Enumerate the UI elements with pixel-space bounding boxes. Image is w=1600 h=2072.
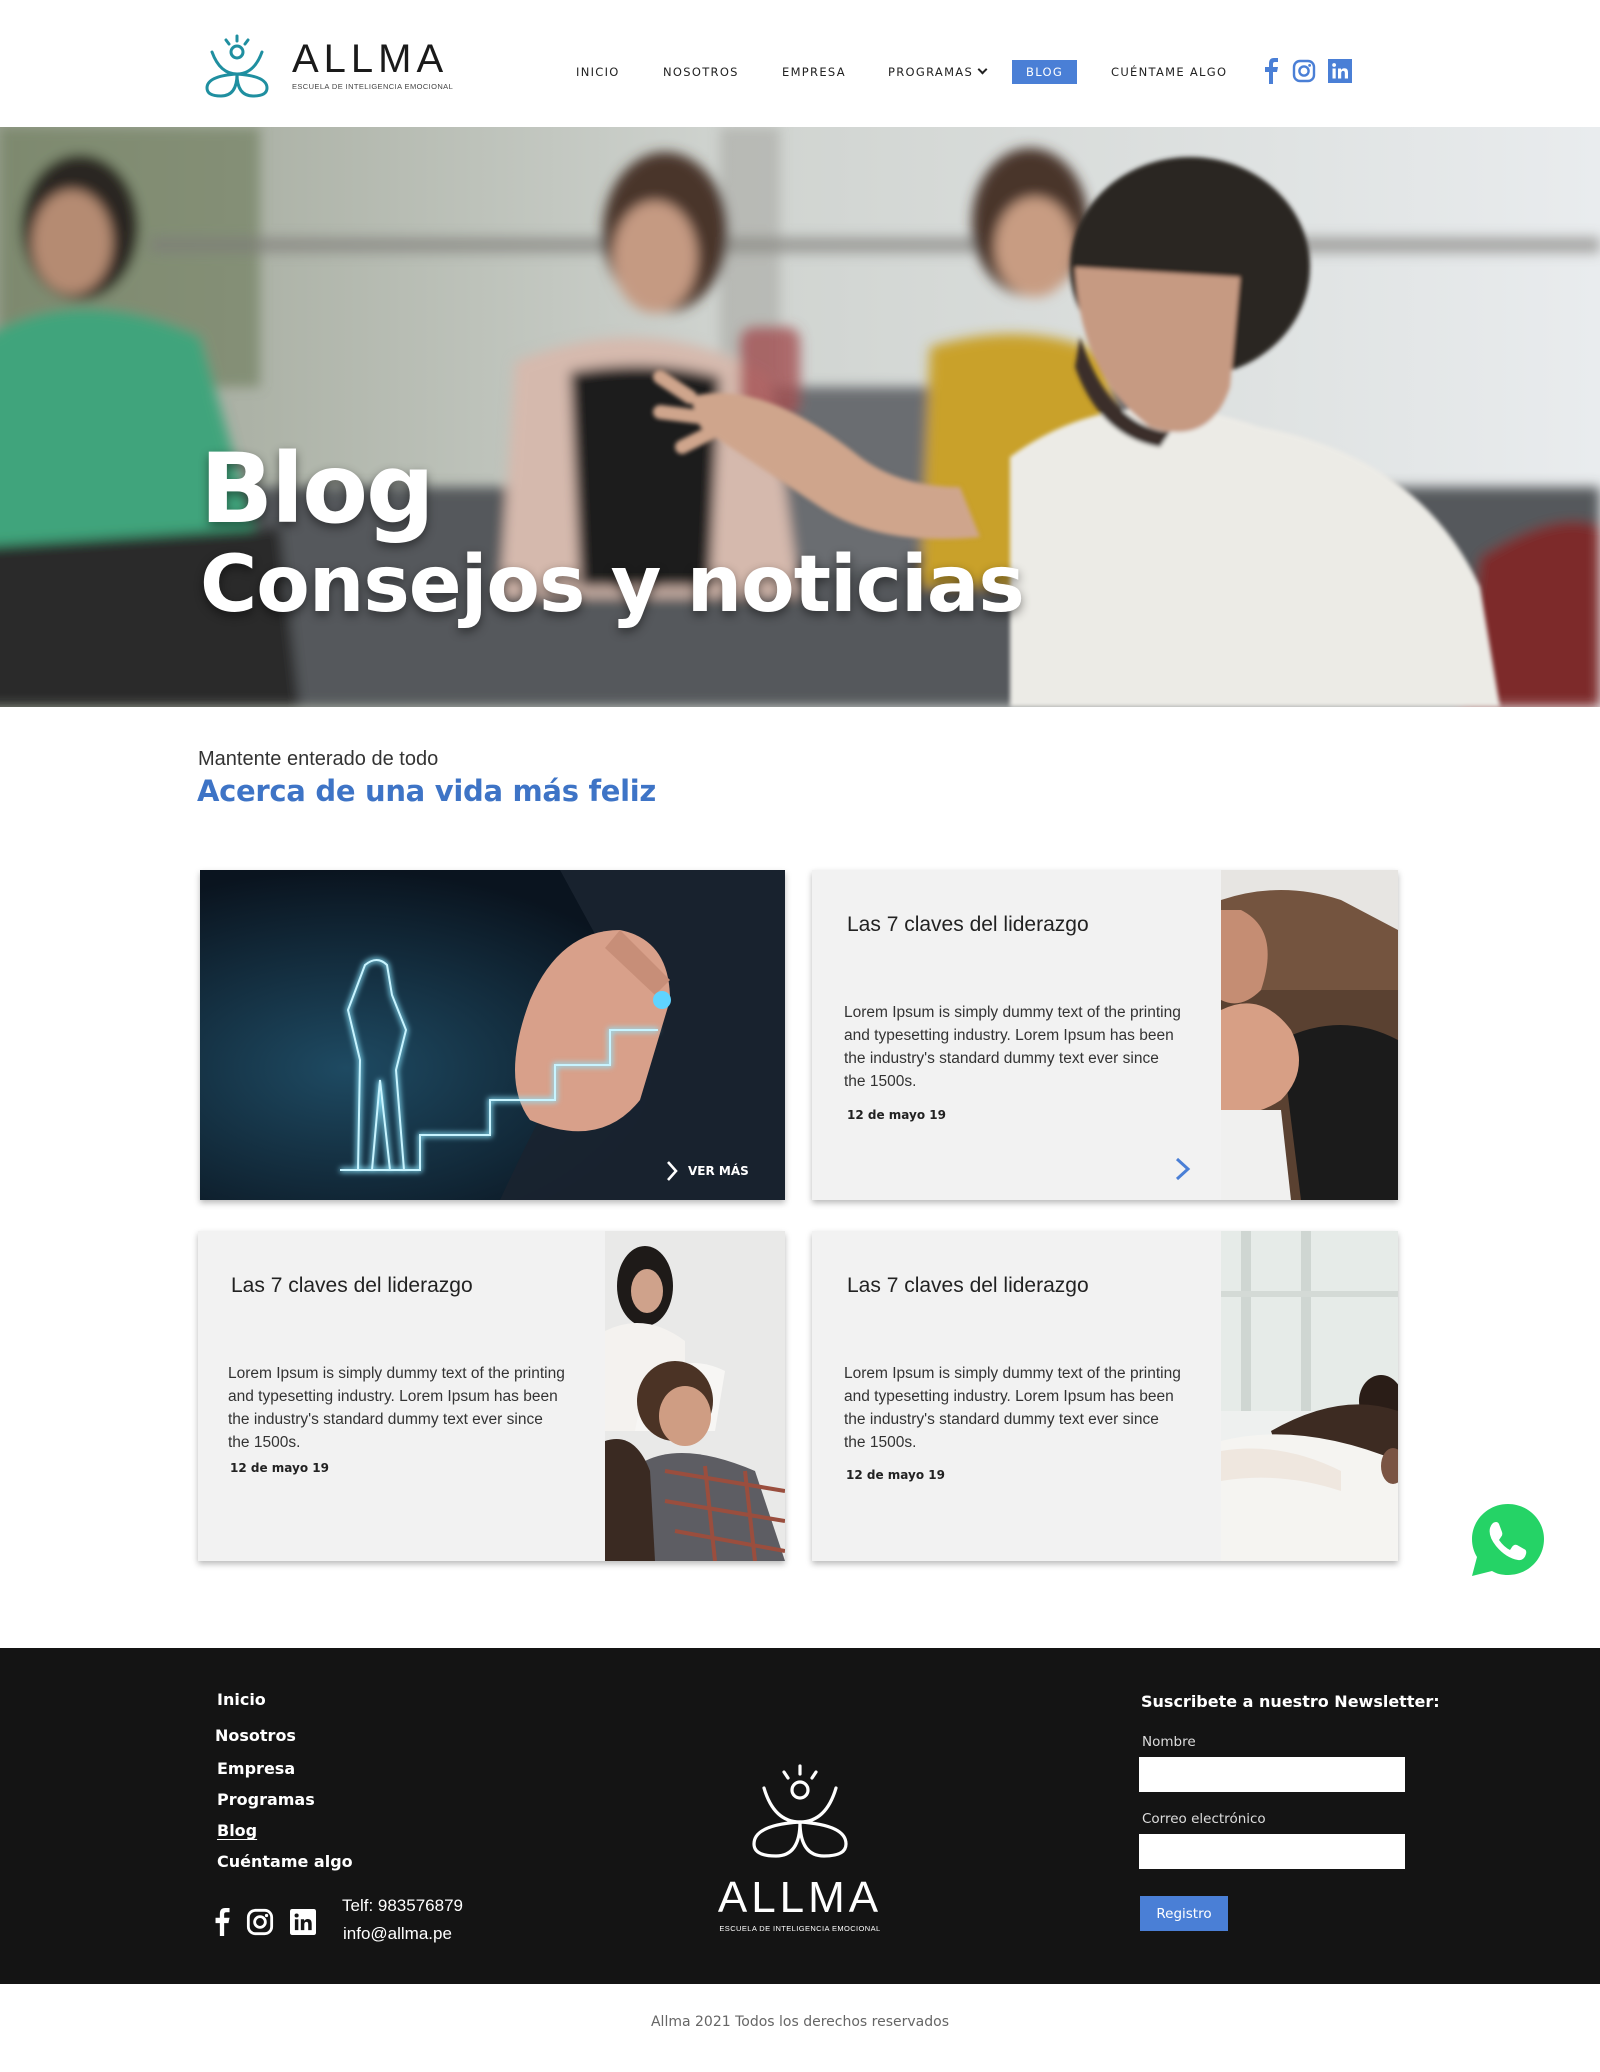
card-excerpt: Lorem Ipsum is simply dummy text of the … xyxy=(228,1365,565,1451)
footer-link-cuentame-algo[interactable]: Cuéntame algo xyxy=(217,1852,353,1871)
facebook-icon[interactable] xyxy=(1264,58,1278,84)
nav-item-empresa[interactable]: EMPRESA xyxy=(782,60,846,84)
site-footer: Inicio Nosotros Empresa Programas Blog C… xyxy=(0,1648,1600,1984)
nav-item-programas-label: PROGRAMAS xyxy=(888,65,974,79)
newsletter-email-label: Correo electrónico xyxy=(1142,1811,1266,1827)
footer-link-inicio[interactable]: Inicio xyxy=(217,1690,266,1709)
office-team-image xyxy=(1221,1231,1398,1561)
card-title: Las 7 claves del liderazgo xyxy=(847,1274,1089,1297)
card-date: 12 de mayo 19 xyxy=(846,1468,945,1482)
nav-item-blog[interactable]: BLOG xyxy=(1012,60,1078,84)
chevron-right-icon xyxy=(667,1161,678,1181)
main-nav: INICIO NOSOTROS EMPRESA PROGRAMAS BLOG C… xyxy=(0,60,1600,84)
leadership-stairs-image xyxy=(200,870,785,1200)
newsletter-name-field[interactable] xyxy=(1139,1757,1405,1792)
card-date: 12 de mayo 19 xyxy=(230,1461,329,1475)
card-title: Las 7 claves del liderazgo xyxy=(231,1274,473,1297)
footer-email[interactable]: info@allma.pe xyxy=(343,1924,452,1944)
whatsapp-icon[interactable] xyxy=(1468,1500,1548,1580)
facebook-icon[interactable] xyxy=(214,1908,230,1936)
card-title: Las 7 claves del liderazgo xyxy=(847,913,1089,936)
nav-item-nosotros[interactable]: NOSOTROS xyxy=(663,60,739,84)
nav-item-cuentame-algo[interactable]: CUÉNTAME ALGO xyxy=(1111,60,1227,84)
intro-title: Acerca de una vida más feliz xyxy=(197,774,656,808)
newsletter-email-field[interactable] xyxy=(1139,1834,1405,1869)
footer-logo-name: ALLMA xyxy=(717,1873,883,1922)
card-excerpt: Lorem Ipsum is simply dummy text of the … xyxy=(844,1365,1181,1451)
copyright-text: Allma 2021 Todos los derechos reservados xyxy=(650,2014,949,2030)
handshake-image xyxy=(1221,870,1398,1200)
footer-link-empresa[interactable]: Empresa xyxy=(217,1759,295,1778)
blog-card[interactable]: Las 7 claves del liderazgo Lorem Ipsum i… xyxy=(812,1231,1398,1561)
instagram-icon[interactable] xyxy=(246,1908,274,1936)
ver-mas-label: VER MÁS xyxy=(688,1164,749,1178)
footer-phone: Telf: 983576879 xyxy=(342,1896,463,1915)
newsletter-submit-button[interactable]: Registro xyxy=(1140,1896,1228,1931)
hero-title-blog: Blog xyxy=(200,433,435,545)
linkedin-icon[interactable] xyxy=(1328,58,1352,84)
footer-link-blog[interactable]: Blog xyxy=(217,1821,257,1840)
hero-title-tagline: Consejos y noticias xyxy=(200,540,1025,630)
meeting-people-image xyxy=(605,1231,785,1561)
blog-card[interactable]: Las 7 claves del liderazgo Lorem Ipsum i… xyxy=(812,870,1398,1200)
blog-card[interactable]: Las 7 claves del liderazgo Lorem Ipsum i… xyxy=(198,1231,785,1561)
instagram-icon[interactable] xyxy=(1292,58,1316,84)
card-excerpt: Lorem Ipsum is simply dummy text of the … xyxy=(844,1004,1181,1090)
hero-banner: Blog Consejos y noticias xyxy=(0,127,1600,707)
footer-link-nosotros[interactable]: Nosotros xyxy=(215,1726,296,1745)
footer-logo: ALLMA ESCUELA DE INTELIGENCIA EMOCIONAL xyxy=(710,1758,890,1933)
nav-item-inicio[interactable]: INICIO xyxy=(576,60,620,84)
lotus-logo-icon xyxy=(752,1764,848,1858)
chevron-down-icon xyxy=(977,64,988,75)
footer-link-programas[interactable]: Programas xyxy=(217,1790,315,1809)
blog-card-featured[interactable]: VER MÁS xyxy=(200,870,785,1200)
newsletter-name-label: Nombre xyxy=(1142,1734,1196,1750)
intro-subtitle: Mantente enterado de todo xyxy=(198,748,439,770)
footer-logo-tagline: ESCUELA DE INTELIGENCIA EMOCIONAL xyxy=(719,1924,881,1933)
chevron-right-icon[interactable] xyxy=(1174,1156,1192,1182)
site-header: ALLMA ESCUELA DE INTELIGENCIA EMOCIONAL … xyxy=(0,0,1600,127)
linkedin-icon[interactable] xyxy=(290,1908,316,1936)
card-date: 12 de mayo 19 xyxy=(847,1108,946,1122)
newsletter-title: Suscribete a nuestro Newsletter: xyxy=(1141,1692,1440,1711)
ver-mas-link[interactable]: VER MÁS xyxy=(666,1160,749,1182)
nav-item-programas[interactable]: PROGRAMAS xyxy=(888,60,988,84)
hero-title: Blog Consejos y noticias xyxy=(200,433,1025,631)
